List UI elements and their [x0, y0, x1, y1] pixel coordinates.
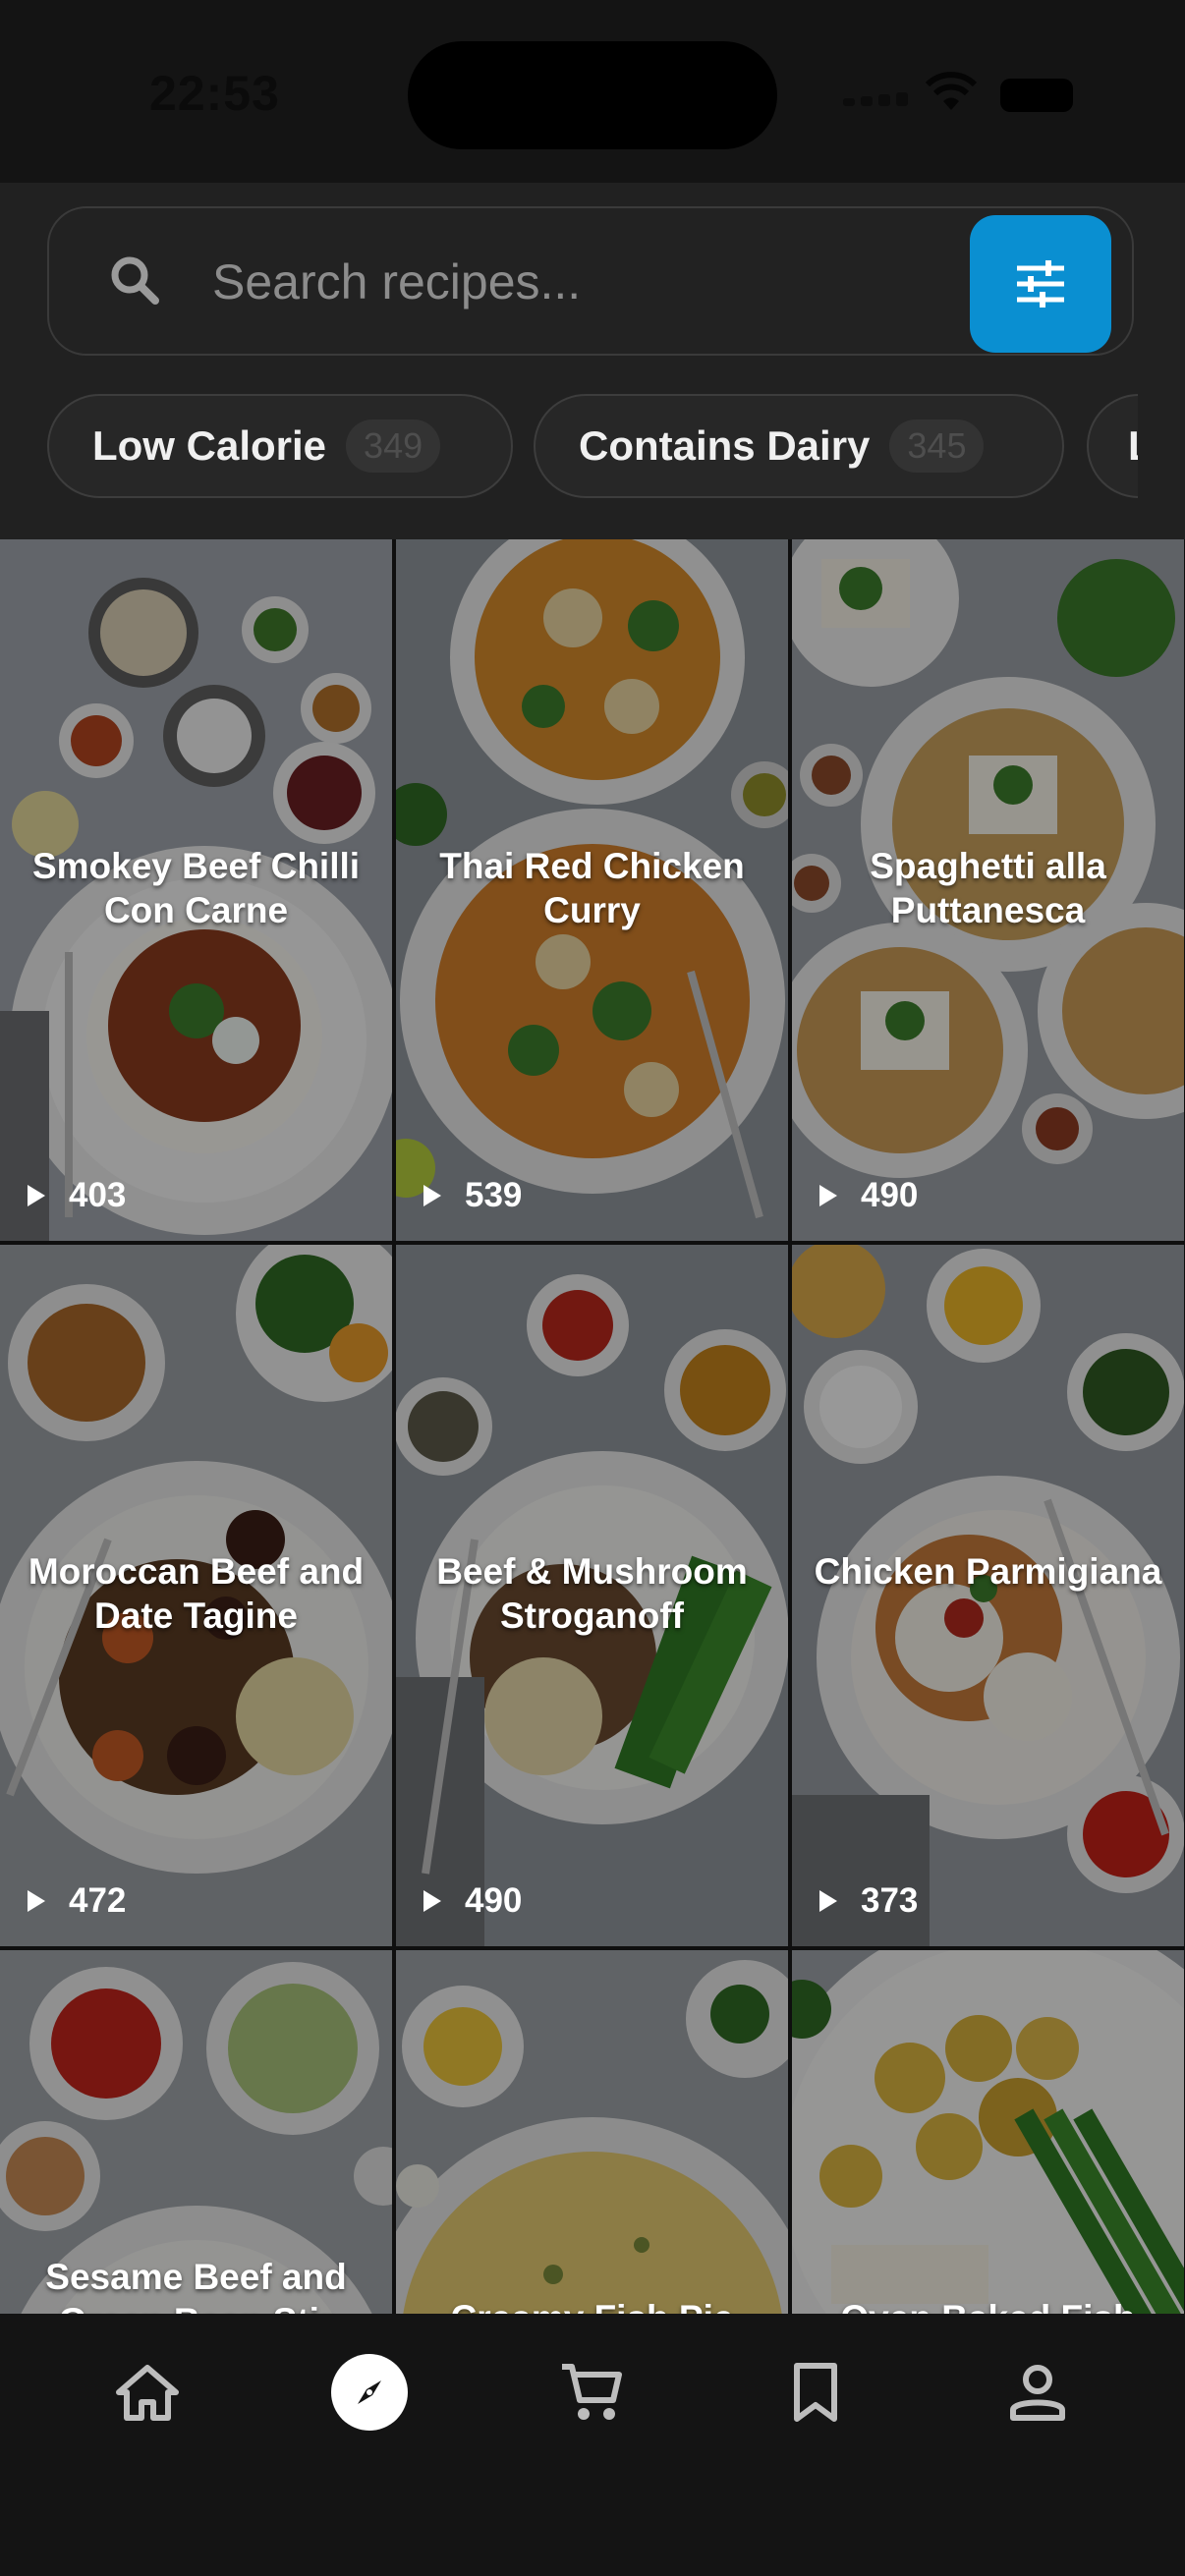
chip-label: L [1128, 422, 1138, 470]
home-icon [116, 2365, 179, 2421]
view-count-text: 403 [69, 1176, 127, 1214]
nav-explore[interactable] [291, 2314, 448, 2471]
battery-icon [1000, 79, 1073, 112]
image-overlay [792, 1950, 1184, 2314]
view-count-text: 490 [465, 1881, 523, 1920]
play-icon [28, 1890, 45, 1912]
cart-icon [562, 2364, 622, 2420]
recipe-card[interactable]: Chicken Parmigiana 373 [792, 1245, 1184, 1946]
view-count-text: 472 [69, 1881, 127, 1920]
profile-icon [1010, 2365, 1065, 2421]
play-icon [423, 1185, 441, 1206]
dynamic-island [408, 41, 777, 149]
signal-icon-bar [878, 94, 890, 106]
filter-chips: Low Calorie 349 Contains Dairy 345 L [47, 394, 1138, 502]
wifi-icon [925, 72, 978, 110]
search-bar[interactable] [47, 206, 1134, 356]
chip-low-calorie[interactable]: Low Calorie 349 [47, 394, 513, 498]
view-count-text: 490 [861, 1176, 919, 1214]
recipe-title: Smokey Beef Chilli Con Carne [31, 846, 361, 930]
recipe-title: Spaghetti alla Puttanesca [870, 846, 1106, 930]
recipe-card[interactable]: Smokey Beef Chilli Con Carne 403 [0, 539, 392, 1241]
play-icon [819, 1185, 837, 1206]
view-count-text: 373 [861, 1881, 919, 1920]
image-overlay [396, 1950, 788, 2314]
recipe-title: Oven Baked Fish [812, 2296, 1164, 2314]
bookmark-icon [794, 2363, 837, 2422]
search-input[interactable] [210, 236, 961, 328]
recipe-title: Beef & Mushroom Stroganoff [436, 1551, 748, 1636]
filter-button[interactable] [970, 215, 1111, 353]
sliders-icon [1017, 260, 1064, 308]
nav-cart[interactable] [513, 2314, 670, 2471]
recipe-card[interactable]: Creamy Fish Pie [396, 1950, 788, 2314]
recipe-grid: Smokey Beef Chilli Con Carne 403 Thai Re… [0, 539, 1185, 2314]
recipe-title: Thai Red Chicken Curry [439, 846, 745, 930]
status-time: 22:53 [149, 66, 280, 121]
signal-icon [843, 98, 855, 106]
view-count: 490 [423, 1881, 522, 1921]
view-count: 403 [28, 1176, 126, 1215]
chip-partial[interactable]: L [1087, 394, 1138, 498]
nav-bookmarks[interactable] [737, 2314, 894, 2471]
view-count: 472 [28, 1881, 126, 1921]
view-count: 539 [423, 1176, 522, 1215]
view-count-text: 539 [465, 1176, 523, 1214]
chip-count: 349 [346, 420, 441, 473]
nav-home[interactable] [69, 2314, 226, 2471]
recipe-card[interactable]: Beef & Mushroom Stroganoff 490 [396, 1245, 788, 1946]
recipe-title: Sesame Beef and Green Bean Stir [45, 2257, 347, 2314]
recipe-title: Chicken Parmigiana [814, 1551, 1162, 1592]
search-icon [111, 256, 159, 305]
recipe-card[interactable]: Moroccan Beef and Date Tagine 472 [0, 1245, 392, 1946]
chip-label: Contains Dairy [579, 422, 871, 469]
recipe-card[interactable]: Oven Baked Fish [792, 1950, 1184, 2314]
search-area: Low Calorie 349 Contains Dairy 345 L [0, 183, 1185, 539]
chip-count: 345 [889, 420, 985, 473]
chip-label: Low Calorie [92, 422, 327, 469]
status-bar: 22:53 [0, 0, 1185, 183]
recipe-card[interactable]: Thai Red Chicken Curry 539 [396, 539, 788, 1241]
play-icon [423, 1890, 441, 1912]
play-icon [819, 1890, 837, 1912]
bottom-navigation [0, 2314, 1185, 2576]
view-count: 490 [819, 1176, 918, 1215]
recipe-card[interactable]: Spaghetti alla Puttanesca 490 [792, 539, 1184, 1241]
signal-icon-bar [861, 96, 873, 106]
signal-icon-bar [896, 92, 908, 106]
recipe-title: Moroccan Beef and Date Tagine [28, 1551, 365, 1636]
image-overlay [792, 1245, 1184, 1946]
play-icon [28, 1185, 45, 1206]
view-count: 373 [819, 1881, 918, 1921]
explore-icon [331, 2354, 408, 2431]
nav-profile[interactable] [959, 2314, 1116, 2471]
chip-contains-dairy[interactable]: Contains Dairy 345 [534, 394, 1064, 498]
recipe-title: Creamy Fish Pie [416, 2296, 768, 2314]
recipe-card[interactable]: Sesame Beef and Green Bean Stir [0, 1950, 392, 2314]
